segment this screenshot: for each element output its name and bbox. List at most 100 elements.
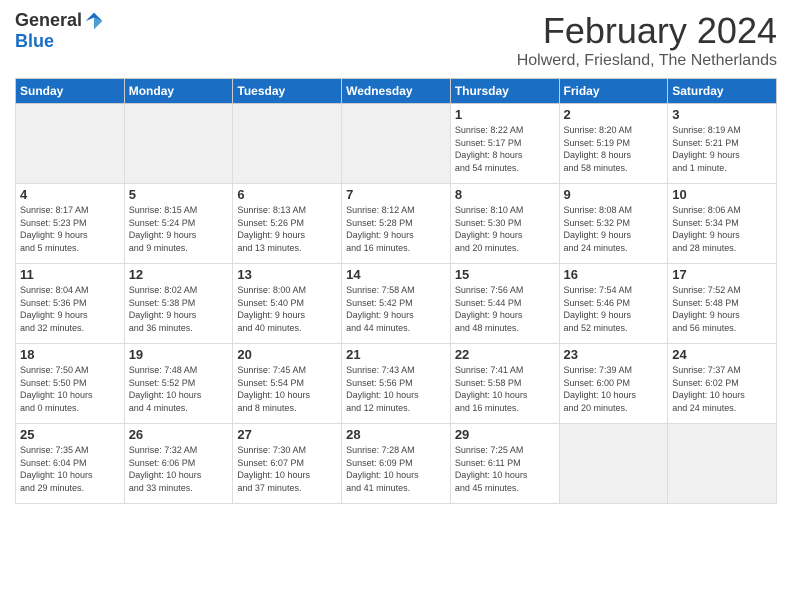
day-info: Sunrise: 7:41 AM Sunset: 5:58 PM Dayligh… — [455, 364, 555, 414]
day-number: 5 — [129, 187, 229, 202]
header-sunday: Sunday — [16, 79, 125, 104]
day-info: Sunrise: 8:04 AM Sunset: 5:36 PM Dayligh… — [20, 284, 120, 334]
day-info: Sunrise: 8:17 AM Sunset: 5:23 PM Dayligh… — [20, 204, 120, 254]
table-cell: 21 Sunrise: 7:43 AM Sunset: 5:56 PM Dayli… — [342, 344, 451, 424]
header-saturday: Saturday — [668, 79, 777, 104]
day-info: Sunrise: 7:32 AM Sunset: 6:06 PM Dayligh… — [129, 444, 229, 494]
day-number: 27 — [237, 427, 337, 442]
table-cell: 16Sunrise: 7:54 AM Sunset: 5:46 PM Dayli… — [559, 264, 668, 344]
table-cell: 23 Sunrise: 7:39 AM Sunset: 6:00 PM Dayli… — [559, 344, 668, 424]
header: General Blue February 2024 Holwerd, Frie… — [15, 10, 777, 70]
table-cell: 2 Sunrise: 8:20 AM Sunset: 5:19 PM Daylig… — [559, 104, 668, 184]
day-number: 13 — [237, 267, 337, 282]
week-row-1: 4 Sunrise: 8:17 AM Sunset: 5:23 PM Daylig… — [16, 184, 777, 264]
table-cell: 18 Sunrise: 7:50 AM Sunset: 5:50 PM Dayli… — [16, 344, 125, 424]
day-info: Sunrise: 8:12 AM Sunset: 5:28 PM Dayligh… — [346, 204, 446, 254]
day-info: Sunrise: 8:06 AM Sunset: 5:34 PM Dayligh… — [672, 204, 772, 254]
day-number: 25 — [20, 427, 120, 442]
day-info: Sunrise: 8:13 AM Sunset: 5:26 PM Dayligh… — [237, 204, 337, 254]
table-cell — [124, 104, 233, 184]
day-info: Sunrise: 7:56 AM Sunset: 5:44 PM Dayligh… — [455, 284, 555, 334]
day-info: Sunrise: 8:10 AM Sunset: 5:30 PM Dayligh… — [455, 204, 555, 254]
logo-icon — [84, 11, 104, 31]
day-info: Sunrise: 8:08 AM Sunset: 5:32 PM Dayligh… — [564, 204, 664, 254]
table-cell: 20Sunrise: 7:45 AM Sunset: 5:54 PM Dayli… — [233, 344, 342, 424]
day-number: 21 — [346, 347, 446, 362]
table-cell: 14 Sunrise: 7:58 AM Sunset: 5:42 PM Dayli… — [342, 264, 451, 344]
table-cell — [342, 104, 451, 184]
day-info: Sunrise: 7:28 AM Sunset: 6:09 PM Dayligh… — [346, 444, 446, 494]
table-cell: 6 Sunrise: 8:13 AM Sunset: 5:26 PM Daylig… — [233, 184, 342, 264]
day-number: 4 — [20, 187, 120, 202]
day-info: Sunrise: 8:02 AM Sunset: 5:38 PM Dayligh… — [129, 284, 229, 334]
logo-blue: Blue — [15, 31, 54, 52]
day-number: 23 — [564, 347, 664, 362]
table-cell: 11Sunrise: 8:04 AM Sunset: 5:36 PM Dayli… — [16, 264, 125, 344]
table-cell: 4 Sunrise: 8:17 AM Sunset: 5:23 PM Daylig… — [16, 184, 125, 264]
month-title: February 2024 — [517, 10, 777, 52]
day-number: 6 — [237, 187, 337, 202]
day-number: 18 — [20, 347, 120, 362]
header-wednesday: Wednesday — [342, 79, 451, 104]
table-cell — [16, 104, 125, 184]
day-info: Sunrise: 8:00 AM Sunset: 5:40 PM Dayligh… — [237, 284, 337, 334]
table-cell: 5 Sunrise: 8:15 AM Sunset: 5:24 PM Daylig… — [124, 184, 233, 264]
day-number: 19 — [129, 347, 229, 362]
day-info: Sunrise: 8:20 AM Sunset: 5:19 PM Dayligh… — [564, 124, 664, 174]
header-tuesday: Tuesday — [233, 79, 342, 104]
table-cell: 9 Sunrise: 8:08 AM Sunset: 5:32 PM Daylig… — [559, 184, 668, 264]
day-number: 3 — [672, 107, 772, 122]
day-number: 1 — [455, 107, 555, 122]
day-number: 20 — [237, 347, 337, 362]
calendar-header-row: Sunday Monday Tuesday Wednesday Thursday… — [16, 79, 777, 104]
table-cell: 22 Sunrise: 7:41 AM Sunset: 5:58 PM Dayli… — [450, 344, 559, 424]
location: Holwerd, Friesland, The Netherlands — [517, 52, 777, 70]
header-monday: Monday — [124, 79, 233, 104]
week-row-3: 18 Sunrise: 7:50 AM Sunset: 5:50 PM Dayli… — [16, 344, 777, 424]
table-cell — [668, 424, 777, 504]
day-number: 14 — [346, 267, 446, 282]
table-cell — [559, 424, 668, 504]
day-info: Sunrise: 7:35 AM Sunset: 6:04 PM Dayligh… — [20, 444, 120, 494]
calendar: Sunday Monday Tuesday Wednesday Thursday… — [15, 78, 777, 504]
table-cell: 29 Sunrise: 7:25 AM Sunset: 6:11 PM Dayli… — [450, 424, 559, 504]
header-thursday: Thursday — [450, 79, 559, 104]
week-row-2: 11Sunrise: 8:04 AM Sunset: 5:36 PM Dayli… — [16, 264, 777, 344]
day-info: Sunrise: 7:30 AM Sunset: 6:07 PM Dayligh… — [237, 444, 337, 494]
day-number: 12 — [129, 267, 229, 282]
day-number: 7 — [346, 187, 446, 202]
table-cell: 13 Sunrise: 8:00 AM Sunset: 5:40 PM Dayli… — [233, 264, 342, 344]
table-cell: 27 Sunrise: 7:30 AM Sunset: 6:07 PM Dayli… — [233, 424, 342, 504]
day-info: Sunrise: 7:37 AM Sunset: 6:02 PM Dayligh… — [672, 364, 772, 414]
day-number: 29 — [455, 427, 555, 442]
logo: General Blue — [15, 10, 104, 52]
table-cell: 26 Sunrise: 7:32 AM Sunset: 6:06 PM Dayli… — [124, 424, 233, 504]
table-cell: 25 Sunrise: 7:35 AM Sunset: 6:04 PM Dayli… — [16, 424, 125, 504]
table-cell: 10 Sunrise: 8:06 AM Sunset: 5:34 PM Dayli… — [668, 184, 777, 264]
day-info: Sunrise: 7:52 AM Sunset: 5:48 PM Dayligh… — [672, 284, 772, 334]
day-number: 10 — [672, 187, 772, 202]
header-friday: Friday — [559, 79, 668, 104]
day-info: Sunrise: 7:58 AM Sunset: 5:42 PM Dayligh… — [346, 284, 446, 334]
day-number: 17 — [672, 267, 772, 282]
day-number: 9 — [564, 187, 664, 202]
title-section: February 2024 Holwerd, Friesland, The Ne… — [517, 10, 777, 70]
day-info: Sunrise: 7:50 AM Sunset: 5:50 PM Dayligh… — [20, 364, 120, 414]
table-cell: 1Sunrise: 8:22 AM Sunset: 5:17 PM Daylig… — [450, 104, 559, 184]
day-info: Sunrise: 8:15 AM Sunset: 5:24 PM Dayligh… — [129, 204, 229, 254]
table-cell: 28 Sunrise: 7:28 AM Sunset: 6:09 PM Dayli… — [342, 424, 451, 504]
logo-general: General — [15, 10, 82, 31]
day-number: 8 — [455, 187, 555, 202]
day-info: Sunrise: 7:43 AM Sunset: 5:56 PM Dayligh… — [346, 364, 446, 414]
day-number: 22 — [455, 347, 555, 362]
day-number: 28 — [346, 427, 446, 442]
day-number: 2 — [564, 107, 664, 122]
table-cell: 24 Sunrise: 7:37 AM Sunset: 6:02 PM Dayli… — [668, 344, 777, 424]
day-info: Sunrise: 7:39 AM Sunset: 6:00 PM Dayligh… — [564, 364, 664, 414]
day-number: 26 — [129, 427, 229, 442]
table-cell: 17 Sunrise: 7:52 AM Sunset: 5:48 PM Dayli… — [668, 264, 777, 344]
table-cell: 3Sunrise: 8:19 AM Sunset: 5:21 PM Daylig… — [668, 104, 777, 184]
day-info: Sunrise: 7:25 AM Sunset: 6:11 PM Dayligh… — [455, 444, 555, 494]
day-number: 24 — [672, 347, 772, 362]
table-cell: 15Sunrise: 7:56 AM Sunset: 5:44 PM Dayli… — [450, 264, 559, 344]
